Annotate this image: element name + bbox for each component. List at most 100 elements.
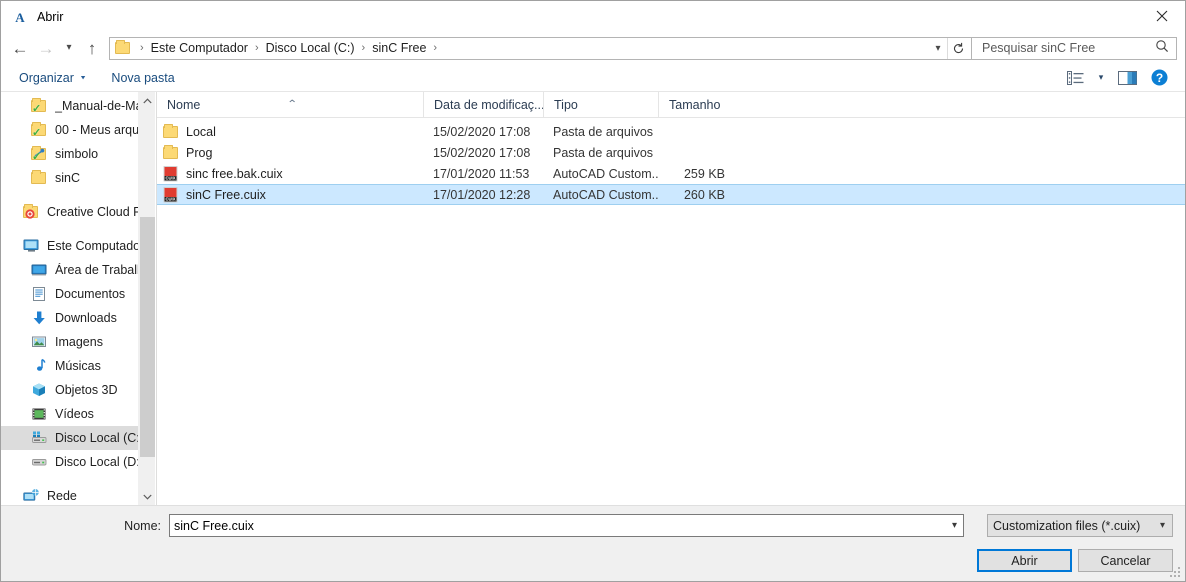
cuix-file-icon: CUIX [163, 186, 179, 203]
svg-text:CUIX: CUIX [165, 196, 175, 201]
preview-pane-button[interactable] [1111, 65, 1143, 90]
sidebar-item-label: Creative Cloud Fil [47, 205, 138, 219]
sidebar-item-label: simbolo [55, 147, 99, 161]
organize-label: Organizar [19, 70, 74, 85]
file-date: 15/02/2020 17:08 [433, 145, 531, 160]
desktop-icon [31, 262, 48, 278]
sidebar-item-area-de-trabalho[interactable]: Área de Trabalho [1, 258, 138, 282]
table-row[interactable]: CUIX sinC Free.cuix 17/01/2020 12:28 Aut… [157, 184, 1185, 205]
file-type-filter-combobox[interactable]: Customization files (*.cuix) ▾ [987, 514, 1173, 537]
sidebar-item-downloads[interactable]: Downloads [1, 306, 138, 330]
sidebar-item-disco-local-c[interactable]: Disco Local (C:) [1, 426, 138, 450]
search-icon [1155, 39, 1169, 58]
new-folder-button[interactable]: Nova pasta [111, 71, 174, 85]
dialog-body: ✓ _Manual-de-Ma ✓ 00 - Meus arquiv [1, 91, 1185, 505]
dialog-footer: Nome: ▾ Customization files (*.cuix) ▾ A… [1, 505, 1185, 581]
sidebar-item-label: Disco Local (D:) [55, 455, 138, 469]
sidebar-item-label: sinC [55, 171, 81, 185]
table-row[interactable]: CUIX sinc free.bak.cuix 17/01/2020 11:53… [157, 163, 1185, 184]
sidebar-item-label: Imagens [55, 335, 103, 349]
sidebar-item-label: Rede [47, 489, 77, 503]
breadcrumb-dropdown-button[interactable]: ▾ [929, 38, 947, 59]
sidebar-item-simbolo[interactable]: ✓ simbolo [1, 142, 138, 166]
sidebar-item-imagens[interactable]: Imagens [1, 330, 138, 354]
videos-icon [31, 406, 48, 422]
sidebar-separator [1, 474, 138, 484]
music-icon [31, 358, 48, 374]
command-bar: Organizar ▾ Nova pasta ▾ ? [1, 64, 1185, 91]
sidebar-item-label: Disco Local (C:) [55, 431, 138, 445]
column-label: Tipo [554, 97, 578, 112]
svg-text:CUIX: CUIX [165, 175, 175, 180]
cancel-button[interactable]: Cancelar [1078, 549, 1173, 572]
sidebar-item-este-computador[interactable]: Este Computador [1, 234, 138, 258]
sidebar-item-disco-local-d[interactable]: Disco Local (D:) [1, 450, 138, 474]
organize-menu-button[interactable]: Organizar ▾ [19, 71, 85, 85]
sidebar-item-meus-arquivos[interactable]: ✓ 00 - Meus arquiv [1, 118, 138, 142]
new-folder-label: Nova pasta [111, 70, 175, 85]
breadcrumb-item-2[interactable]: sinC Free [372, 41, 426, 55]
breadcrumb[interactable]: › Este Computador › Disco Local (C:) › s… [109, 36, 972, 60]
filename-combobox[interactable]: ▾ [169, 514, 964, 537]
resize-grip[interactable] [1170, 567, 1182, 579]
scroll-up-button[interactable] [139, 92, 155, 109]
sidebar-item-videos[interactable]: Vídeos [1, 402, 138, 426]
svg-text:?: ? [1155, 71, 1162, 85]
sidebar-item-label: Este Computador [47, 239, 138, 253]
filename-dropdown-button[interactable]: ▾ [946, 515, 963, 536]
sidebar-item-manual-de-ma[interactable]: ✓ _Manual-de-Ma [1, 94, 138, 118]
column-header-nome[interactable]: Nome ⌃ [157, 92, 423, 118]
downloads-icon [31, 310, 48, 326]
chevron-down-icon: ▾ [951, 520, 958, 531]
scroll-down-button[interactable] [139, 488, 155, 505]
open-file-dialog: A Abrir ← → ▾ ↑ › Este Computador › Disc… [0, 0, 1186, 582]
sidebar-separator [1, 224, 138, 234]
column-header-data-de-modificacao[interactable]: Data de modificaç... [423, 91, 543, 118]
up-button[interactable]: ↑ [79, 35, 105, 61]
file-date: 17/01/2020 12:28 [433, 187, 531, 202]
help-button[interactable]: ? [1143, 65, 1175, 90]
file-date: 17/01/2020 11:53 [433, 166, 530, 181]
sidebar-item-rede[interactable]: Rede [1, 484, 138, 505]
table-row[interactable]: Prog 15/02/2020 17:08 Pasta de arquivos [157, 142, 1185, 163]
file-type: Pasta de arquivos [553, 145, 654, 160]
sidebar-separator [1, 190, 138, 200]
sidebar-item-objetos-3d[interactable]: Objetos 3D [1, 378, 138, 402]
refresh-button[interactable] [947, 37, 969, 59]
navigation-list: ✓ _Manual-de-Ma ✓ 00 - Meus arquiv [1, 92, 138, 505]
sidebar-item-creative-cloud-files[interactable]: Creative Cloud Fil [1, 200, 138, 224]
sidebar-item-documentos[interactable]: Documentos [1, 282, 138, 306]
table-row[interactable]: Local 15/02/2020 17:08 Pasta de arquivos [157, 121, 1185, 142]
chevron-down-icon: ▾ [80, 73, 86, 82]
breadcrumb-item-0[interactable]: Este Computador [151, 41, 248, 55]
cuix-file-icon: CUIX [163, 165, 179, 182]
search-input[interactable] [980, 40, 1155, 56]
forward-button[interactable]: → [33, 35, 59, 61]
view-list-button[interactable] [1059, 65, 1091, 90]
close-button[interactable] [1139, 1, 1185, 31]
column-label: Nome [167, 97, 201, 112]
sidebar-scrollbar[interactable] [138, 92, 155, 505]
view-options-dropdown[interactable]: ▾ [1091, 65, 1111, 90]
breadcrumb-separator: › [433, 42, 438, 54]
3d-objects-icon [31, 382, 48, 398]
sidebar-item-sinc[interactable]: sinC [1, 166, 138, 190]
filename-input[interactable] [170, 517, 946, 534]
column-header-tipo[interactable]: Tipo [543, 91, 658, 118]
folder-icon [163, 123, 179, 140]
title-bar: A Abrir [1, 1, 1185, 32]
folder-icon [115, 40, 131, 55]
breadcrumb-item-1[interactable]: Disco Local (C:) [266, 41, 355, 55]
sidebar-item-musicas[interactable]: Músicas [1, 354, 138, 378]
recent-locations-button[interactable]: ▾ [59, 35, 79, 61]
search-box[interactable] [972, 36, 1177, 60]
file-name-cell: Local [157, 123, 423, 140]
sidebar-item-label: Músicas [55, 359, 101, 373]
file-type: Pasta de arquivos [553, 124, 654, 139]
back-button[interactable]: ← [7, 35, 33, 61]
scrollbar-thumb[interactable] [140, 217, 155, 457]
chevron-down-icon: ▾ [935, 42, 941, 54]
open-button[interactable]: Abrir [977, 549, 1072, 572]
column-header-tamanho[interactable]: Tamanho [658, 91, 729, 118]
column-headers: Nome ⌃ Data de modificaç... Tipo Tamanho [157, 91, 1185, 118]
